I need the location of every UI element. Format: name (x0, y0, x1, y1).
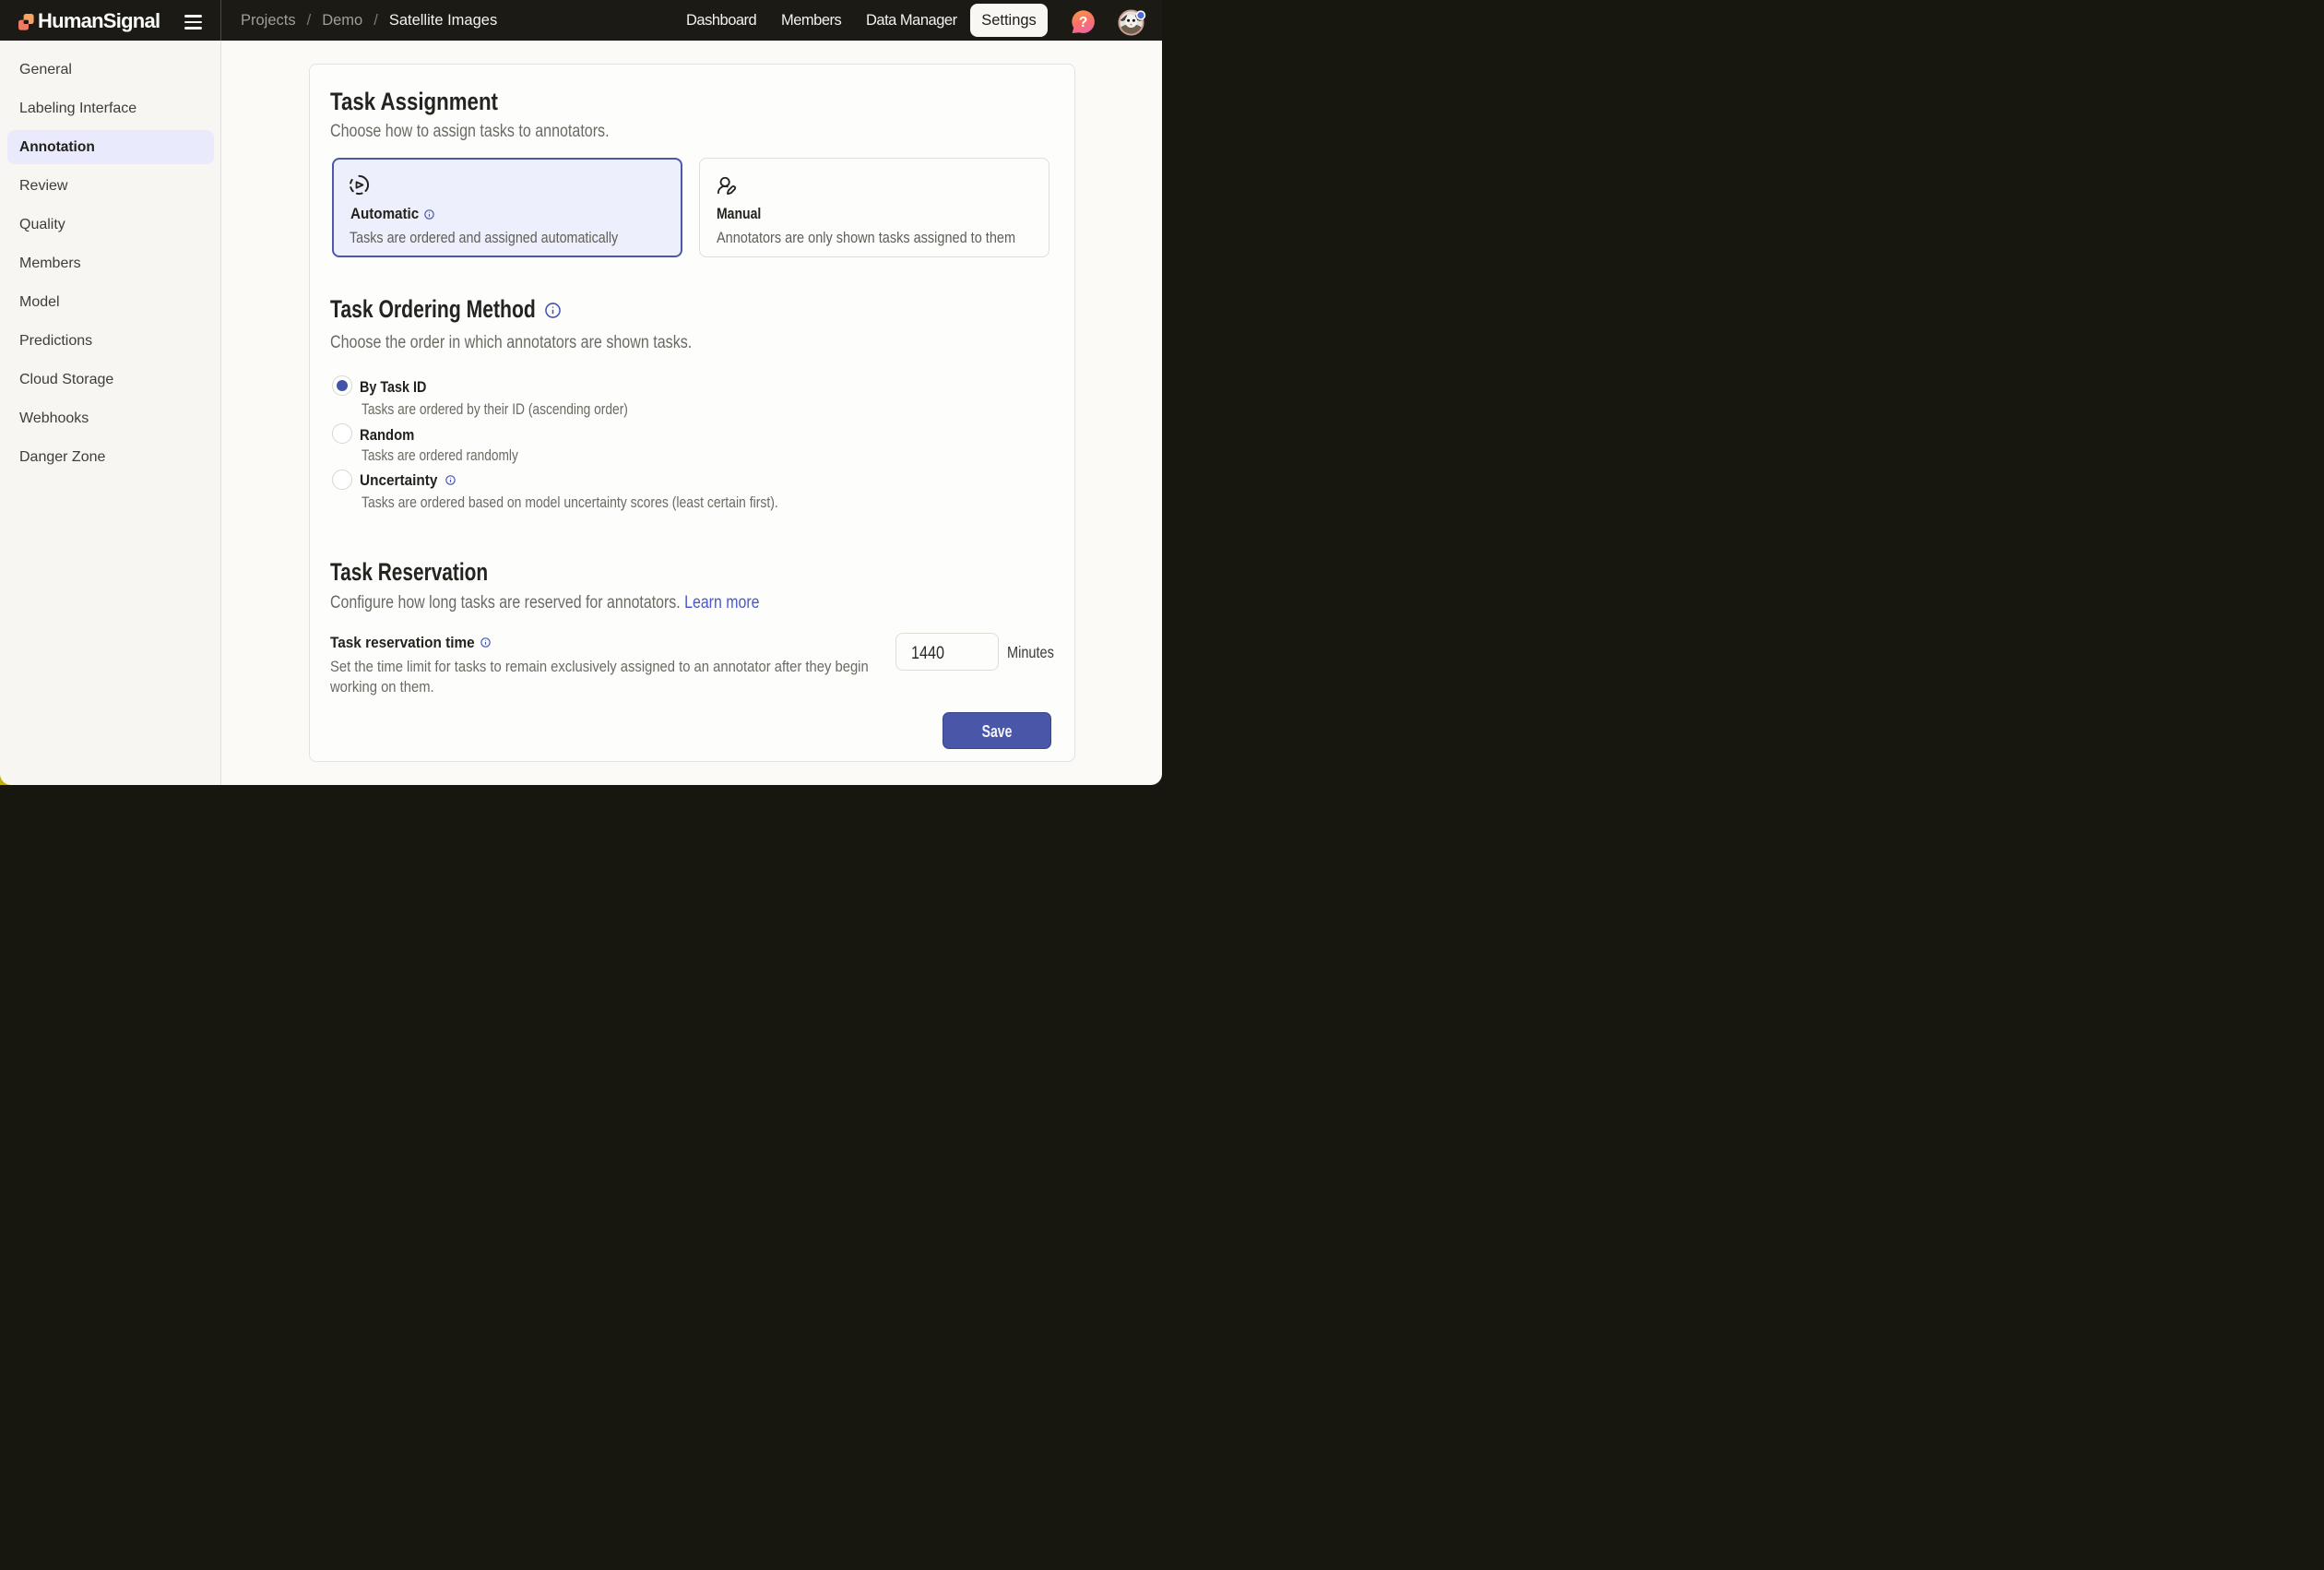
svg-text:?: ? (1079, 15, 1087, 30)
